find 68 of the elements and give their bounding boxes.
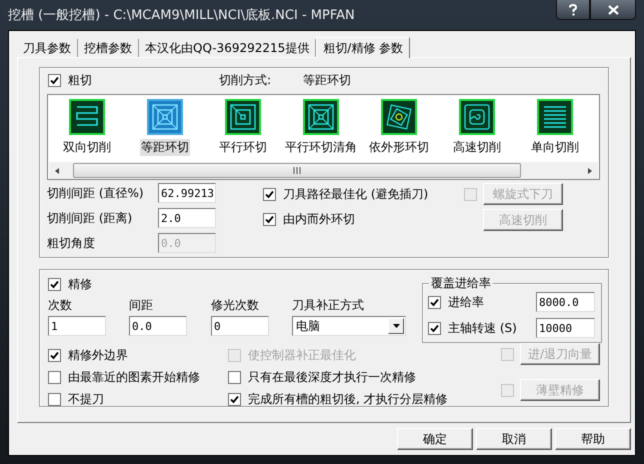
left-arrow-icon[interactable] (53, 166, 61, 174)
method-value: 等距环切 (303, 72, 351, 88)
field-label: 间距 (129, 297, 154, 314)
checkbox[interactable] (263, 188, 276, 200)
compensation-dropdown[interactable]: 电脑 (292, 316, 406, 336)
number-input[interactable]: 2.0 (158, 208, 216, 228)
dialog-button[interactable]: 确定 (397, 428, 473, 450)
number-input[interactable]: 0 (211, 316, 269, 336)
horizontal-scrollbar[interactable] (49, 162, 598, 179)
toolpath-label[interactable]: 高速切削 (452, 139, 502, 156)
close-button[interactable] (590, 0, 636, 20)
field-label: 粗切角度 (47, 234, 96, 252)
checkbox-label: 只有在最後深度才执行一次精修 (248, 368, 416, 386)
checkbox-label: 进给率 (448, 294, 484, 310)
number-input[interactable]: 10000 (536, 318, 595, 338)
dialog-button[interactable]: 取消 (476, 428, 552, 450)
checkbox[interactable] (428, 322, 441, 334)
checkbox[interactable] (428, 296, 441, 308)
grip-icon (293, 167, 301, 174)
close-icon (608, 4, 618, 14)
scrollbar-thumb[interactable] (73, 163, 521, 178)
number-input[interactable]: 8000.0 (536, 292, 595, 312)
checkbox-label: 主轴转速 (S) (448, 320, 517, 336)
checkbox[interactable] (228, 392, 241, 406)
dropdown-arrow-icon (392, 324, 400, 328)
method-label: 切削方式: (219, 72, 272, 88)
toolpath-label[interactable]: 平行环切清角 (284, 139, 358, 156)
checkbox-label: 粗切 (68, 72, 92, 88)
help-icon (568, 4, 578, 16)
checkbox[interactable] (48, 392, 61, 406)
field-label: 修光次数 (211, 297, 260, 314)
checkbox[interactable] (48, 370, 61, 384)
dialog-button[interactable]: 帮助 (555, 428, 631, 450)
checkbox-label: 由内而外环切 (283, 210, 355, 228)
checkbox-label: 刀具路径最佳化 (避免插刀) (283, 186, 428, 202)
right-arrow-icon[interactable] (586, 166, 594, 174)
toolpath-icon[interactable] (225, 99, 261, 135)
checkbox-label: 由最靠近的图素开始精修 (68, 368, 200, 386)
checkbox[interactable] (263, 212, 276, 226)
field-label: 切削间距 (距离) (47, 210, 134, 226)
toolpath-label[interactable]: 单向切削 (530, 139, 580, 156)
number-input[interactable]: 0.0 (129, 316, 187, 336)
field-label: 次数 (48, 297, 73, 314)
toolpath-icon[interactable] (69, 99, 105, 135)
checkbox-label: 使控制器补正最佳化 (248, 346, 356, 364)
toolpath-label[interactable]: 双向切削 (62, 139, 112, 156)
number-input[interactable]: 1 (48, 316, 106, 336)
toolpath-icon[interactable] (459, 99, 495, 135)
toolpath-label[interactable]: 依外形环切 (368, 139, 430, 156)
checkbox[interactable] (48, 348, 61, 362)
window-title: 挖槽 (一般挖槽) - C:\MCAM9\MILL\NCI\底板.NCI - MPFAN (8, 7, 355, 24)
checkbox-label: 精修外边界 (68, 346, 128, 364)
number-input[interactable]: 62.99213 (158, 183, 216, 203)
field-label: 刀具补正方式 (292, 297, 365, 314)
checkbox-label: 精修 (68, 276, 92, 292)
checkbox[interactable] (228, 370, 241, 384)
help-button[interactable] (556, 0, 590, 20)
toolpath-icon[interactable] (381, 99, 417, 135)
toolpath-icon[interactable] (303, 99, 339, 135)
checkbox-label: 不提刀 (68, 390, 104, 408)
checkbox-label: 完成所有槽的粗切後, 才执行分层精修 (248, 390, 448, 408)
toolpath-label[interactable]: 平行环切 (218, 139, 268, 156)
toolpath-label[interactable]: 等距环切 (140, 139, 190, 156)
checkbox[interactable] (48, 74, 61, 86)
tab[interactable]: 粗切/精修 参数 (316, 37, 410, 58)
toolpath-icon[interactable] (537, 99, 573, 135)
checkbox[interactable] (48, 278, 61, 290)
field-label: 切削间距 (直径%) (47, 184, 145, 202)
